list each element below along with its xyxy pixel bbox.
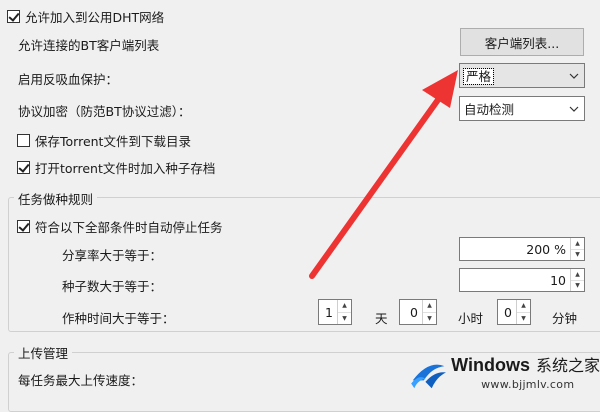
watermark-url: www.bjjmlv.com — [481, 378, 575, 391]
annotation-arrow — [309, 70, 458, 279]
watermark: Windows 系统之家 www.bjjmlv.com — [408, 352, 600, 400]
windows-logo-icon — [411, 364, 446, 389]
watermark-brand: Windows — [451, 355, 530, 375]
watermark-site-name: 系统之家 — [535, 356, 600, 375]
